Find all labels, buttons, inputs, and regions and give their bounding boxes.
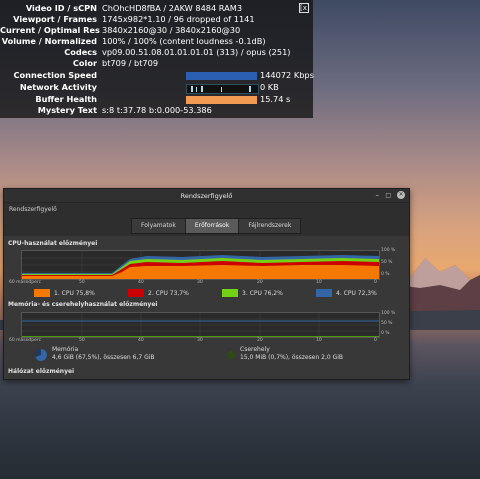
mem-axis-50: 50 %	[381, 321, 393, 326]
tab-resources[interactable]: Erőforrások	[185, 219, 240, 233]
minimize-button[interactable]: –	[376, 191, 380, 199]
cpu-tick-0: 0	[374, 280, 377, 285]
mem-tick-50: 50	[79, 338, 85, 343]
cpu1-color-swatch[interactable]	[34, 289, 50, 297]
mem-tick-40: 40	[138, 338, 144, 343]
memory-info: Memória 4,6 GiB (67,5%), összesen 6,7 Gi…	[52, 346, 155, 361]
memory-history-title: Memória- és cserehelyhasználat előzménye…	[8, 301, 158, 308]
window-close-button[interactable]: ✕	[397, 191, 405, 199]
swap-pie-icon[interactable]	[226, 350, 236, 360]
cpu2-color-swatch[interactable]	[128, 289, 144, 297]
network-activity-bar	[186, 84, 259, 94]
tab-filesystems[interactable]: Fájlrendszerek	[239, 219, 301, 233]
cpu4-color-swatch[interactable]	[316, 289, 332, 297]
cpu-legend-3: 3. CPU 76,2%	[222, 289, 283, 297]
cpu-axis-0: 0 %	[381, 272, 390, 277]
stat-row-connection: Connection Speed 144072 Kbps	[13, 70, 314, 80]
mem-tick-0: 0	[374, 338, 377, 343]
buffer-health-bar	[186, 96, 257, 104]
swap-info: Cserehely 15,0 MiB (0,7%), összesen 2,0 …	[240, 346, 344, 361]
mem-axis-seconds: 60 másodperc	[9, 338, 42, 343]
memory-history-graph	[21, 312, 380, 338]
stat-row-network: Network Activity 0 KB	[19, 82, 279, 94]
cpu-history-title: CPU-használat előzményei	[8, 240, 98, 247]
window-title: Rendszerfigyelő	[180, 192, 233, 200]
app-label: Rendszerfigyelő	[9, 206, 57, 213]
tab-bar: Folyamatok Erőforrások Fájlrendszerek	[131, 218, 302, 234]
cpu-history-graph	[21, 250, 380, 280]
resources-panel: CPU-használat előzményei 100 % 50 % 0 % …	[4, 236, 409, 379]
mem-tick-20: 20	[257, 338, 263, 343]
cpu-legend-4: 4. CPU 72,3%	[316, 289, 377, 297]
cpu-tick-20: 20	[257, 280, 263, 285]
system-monitor-window: Rendszerfigyelő – □ ✕ Rendszerfigyelő Fo…	[3, 188, 410, 380]
memory-pie-icon[interactable]	[34, 348, 48, 362]
cpu-tick-50: 50	[79, 280, 85, 285]
stats-for-nerds-panel: [x] Video ID / sCPN ChOhcHD8fBA / 2AKW 84…	[0, 0, 314, 118]
cpu-axis-100: 100 %	[381, 248, 396, 253]
mem-tick-10: 10	[316, 338, 322, 343]
cpu-tick-40: 40	[138, 280, 144, 285]
cpu-axis-50: 50 %	[381, 260, 393, 265]
maximize-button[interactable]: □	[385, 192, 391, 199]
cpu3-color-swatch[interactable]	[222, 289, 238, 297]
connection-speed-bar	[186, 72, 257, 80]
window-titlebar[interactable]: Rendszerfigyelő – □ ✕	[4, 189, 409, 203]
cpu-legend-2: 2. CPU 73,7%	[128, 289, 189, 297]
stat-row-buffer: Buffer Health 15.74 s	[35, 94, 291, 104]
cpu-legend-1: 1. CPU 75,8%	[34, 289, 95, 297]
cpu-tick-10: 10	[316, 280, 322, 285]
mem-axis-0: 0 %	[381, 331, 390, 336]
tab-processes[interactable]: Folyamatok	[132, 219, 186, 233]
mem-tick-30: 30	[197, 338, 203, 343]
cpu-tick-30: 30	[197, 280, 203, 285]
cpu-axis-seconds: 60 másodperc	[9, 280, 42, 285]
mem-axis-100: 100 %	[381, 311, 396, 316]
close-stats-button[interactable]: [x]	[299, 3, 310, 13]
network-history-title: Hálózat előzményei	[8, 368, 75, 375]
